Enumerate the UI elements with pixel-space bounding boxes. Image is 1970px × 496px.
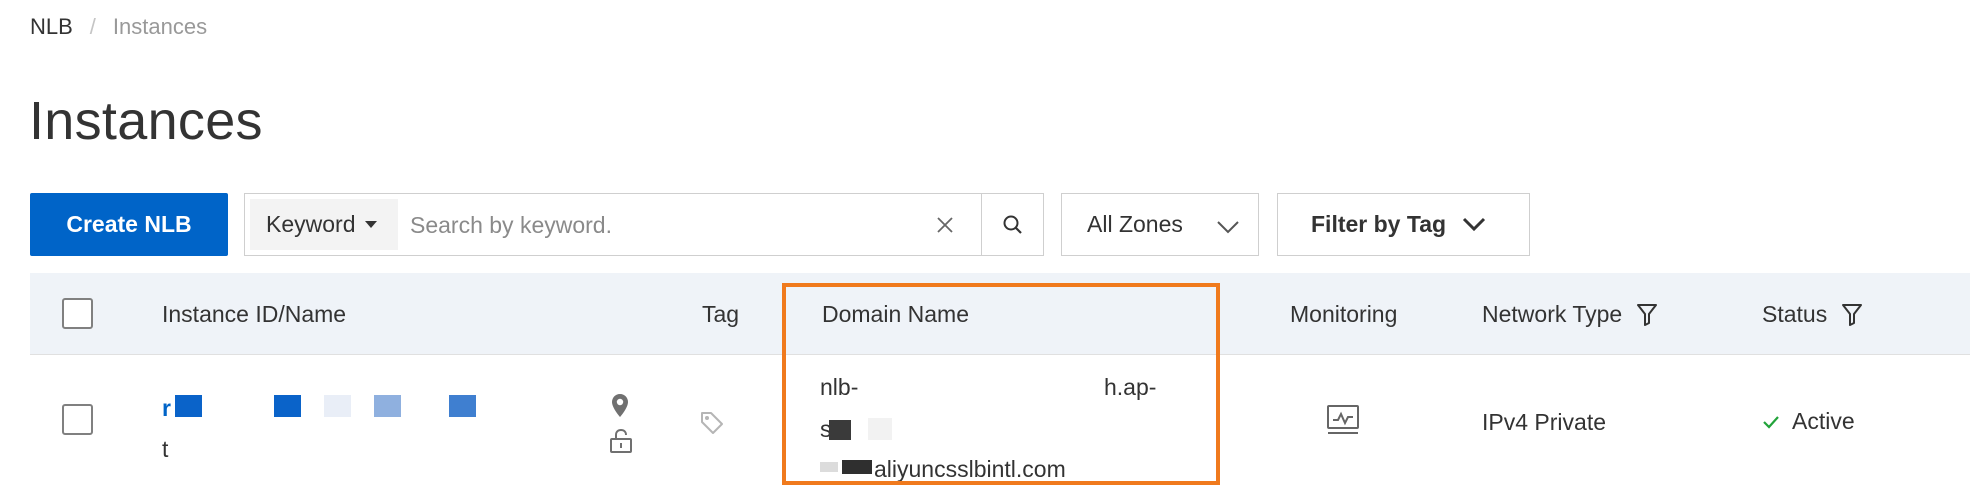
status-badge: Active [1762, 408, 1855, 435]
redaction-block [175, 395, 202, 417]
caret-down-icon [365, 221, 378, 228]
breadcrumb: NLB / Instances [30, 14, 207, 40]
redaction-block [324, 395, 351, 417]
zones-select-label: All Zones [1087, 211, 1183, 237]
instance-id-link[interactable]: r [162, 394, 171, 422]
redaction-block [274, 395, 301, 417]
redaction-block [449, 395, 476, 417]
page-title: Instances [29, 91, 263, 151]
unlock-icon [608, 428, 634, 460]
search-button[interactable] [981, 194, 1043, 255]
table-header: Instance ID/Name Tag Domain Name Monitor… [30, 273, 1970, 355]
row-checkbox[interactable] [62, 404, 93, 435]
clear-icon[interactable] [928, 208, 962, 242]
location-icon [609, 392, 631, 426]
column-instance-id: Instance ID/Name [162, 301, 347, 327]
chevron-down-icon [1216, 214, 1240, 241]
breadcrumb-item-nlb[interactable]: NLB [30, 14, 73, 40]
filter-icon[interactable] [1636, 303, 1658, 327]
filter-by-tag-button[interactable]: Filter by Tag [1277, 193, 1530, 256]
redaction-block [868, 418, 892, 440]
toolbar: Create NLB Keyword All Zones Filter by T… [0, 193, 1970, 257]
column-tag: Tag [702, 301, 740, 327]
redaction-block [829, 420, 851, 440]
redaction-block [842, 460, 872, 474]
check-icon [1762, 415, 1780, 429]
instance-name: t [162, 436, 169, 462]
domain-text-line3: aliyuncsslbintl.com [874, 456, 1066, 482]
column-domain-name: Domain Name [822, 301, 969, 327]
monitoring-icon[interactable] [1326, 404, 1360, 442]
domain-text-prefix: nlb- [820, 374, 859, 400]
column-network-type: Network Type [1482, 301, 1658, 328]
column-status: Status [1762, 301, 1863, 328]
create-nlb-button[interactable]: Create NLB [30, 193, 228, 256]
filter-icon[interactable] [1841, 303, 1863, 327]
chevron-down-icon [1462, 211, 1486, 238]
keyword-select-label: Keyword [266, 211, 356, 237]
zones-select[interactable]: All Zones [1061, 193, 1259, 256]
redaction-block [820, 462, 838, 472]
column-status-label: Status [1762, 301, 1828, 327]
network-type: IPv4 Private [1482, 409, 1606, 435]
select-all-checkbox[interactable] [62, 298, 93, 329]
keyword-select[interactable]: Keyword [250, 199, 398, 250]
domain-text-suffix: h.ap- [1104, 374, 1157, 400]
status-text: Active [1792, 408, 1855, 434]
filter-by-tag-label: Filter by Tag [1311, 211, 1447, 237]
search-input[interactable] [410, 200, 910, 250]
column-network-type-label: Network Type [1482, 301, 1623, 327]
instance-id-text: r [162, 394, 171, 421]
table-row: r t nlb- h.ap- s aliyuncsslbintl.com IPv… [30, 356, 1970, 496]
search-group: Keyword [244, 193, 1044, 256]
breadcrumb-separator: / [89, 14, 96, 39]
tag-icon[interactable] [699, 410, 725, 442]
search-icon [1003, 215, 1022, 234]
breadcrumb-item-instances: Instances [112, 14, 208, 39]
column-monitoring: Monitoring [1290, 301, 1398, 327]
redaction-block [374, 395, 401, 417]
